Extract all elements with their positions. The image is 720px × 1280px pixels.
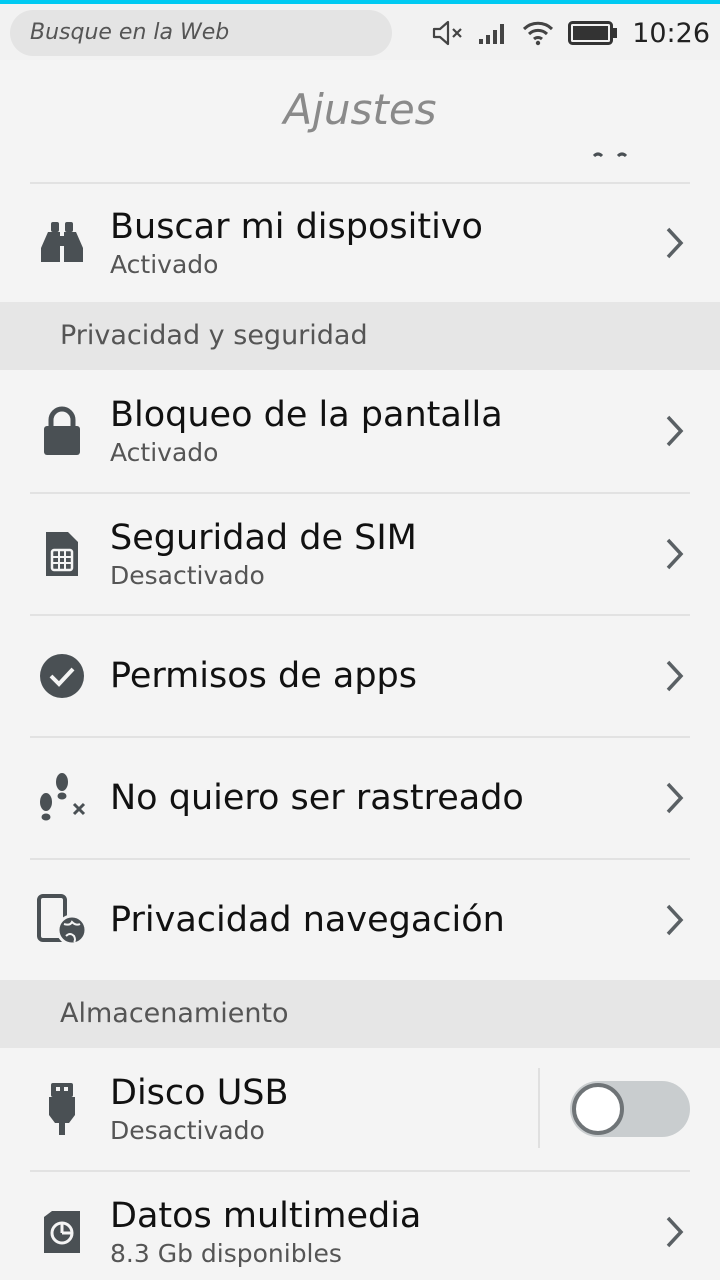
row-label: No quiero ser rastreado bbox=[110, 778, 524, 818]
row-label: Buscar mi dispositivo bbox=[110, 207, 483, 247]
toggle-knob bbox=[572, 1083, 624, 1135]
media-storage-icon bbox=[32, 1202, 92, 1262]
footprints-icon bbox=[32, 768, 92, 828]
row-screen-lock[interactable]: Bloqueo de la pantalla Activado bbox=[30, 370, 690, 492]
usb-icon bbox=[32, 1079, 92, 1139]
usb-storage-toggle[interactable] bbox=[570, 1081, 690, 1137]
signal-icon bbox=[478, 21, 508, 45]
row-find-my-device[interactable]: Buscar mi dispositivo Activado bbox=[30, 182, 690, 302]
partial-icon bbox=[592, 152, 628, 158]
chevron-right-icon bbox=[660, 656, 690, 696]
row-browsing-privacy[interactable]: Privacidad navegación bbox=[30, 858, 690, 980]
device-globe-icon bbox=[32, 890, 92, 950]
lock-icon bbox=[32, 401, 92, 461]
row-status: Desactivado bbox=[110, 561, 265, 590]
chevron-right-icon bbox=[660, 411, 690, 451]
row-do-not-track[interactable]: No quiero ser rastreado bbox=[30, 736, 690, 858]
row-label: Seguridad de SIM bbox=[110, 518, 417, 558]
row-usb-storage[interactable]: Disco USB Desactivado bbox=[30, 1048, 690, 1170]
row-sim-security[interactable]: Seguridad de SIM Desactivado bbox=[30, 492, 690, 614]
status-icons: 10:26 bbox=[432, 8, 720, 58]
row-status: Activado bbox=[110, 438, 219, 467]
row-label: Privacidad navegación bbox=[110, 900, 505, 940]
search-input[interactable]: Busque en la Web bbox=[10, 10, 392, 56]
row-label: Permisos de apps bbox=[110, 656, 417, 696]
row-media-storage[interactable]: Datos multimedia 8.3 Gb disponibles bbox=[30, 1170, 690, 1280]
divider bbox=[538, 1068, 540, 1148]
section-header-privacy: Privacidad y seguridad bbox=[0, 302, 720, 370]
check-circle-icon bbox=[32, 646, 92, 706]
status-bar: Busque en la Web 10:26 bbox=[0, 0, 720, 60]
mute-icon bbox=[432, 19, 464, 47]
row-status: Desactivado bbox=[110, 1116, 265, 1145]
chevron-right-icon bbox=[660, 1212, 690, 1252]
battery-icon bbox=[568, 20, 618, 46]
section-header-storage: Almacenamiento bbox=[0, 980, 720, 1048]
wifi-icon bbox=[522, 20, 554, 46]
chevron-right-icon bbox=[660, 900, 690, 940]
chevron-right-icon bbox=[660, 223, 690, 263]
row-status: 8.3 Gb disponibles bbox=[110, 1239, 342, 1268]
page-title: Ajustes bbox=[283, 85, 437, 134]
chevron-right-icon bbox=[660, 778, 690, 818]
chevron-right-icon bbox=[660, 534, 690, 574]
row-label: Disco USB bbox=[110, 1073, 289, 1113]
binoculars-icon bbox=[32, 213, 92, 273]
clock: 10:26 bbox=[632, 17, 710, 49]
row-label: Bloqueo de la pantalla bbox=[110, 395, 503, 435]
row-app-permissions[interactable]: Permisos de apps bbox=[30, 614, 690, 736]
sim-card-icon bbox=[32, 524, 92, 584]
row-label: Datos multimedia bbox=[110, 1196, 422, 1236]
row-status: Activado bbox=[110, 250, 219, 279]
settings-list: Buscar mi dispositivo Activado Privacida… bbox=[0, 182, 720, 1280]
